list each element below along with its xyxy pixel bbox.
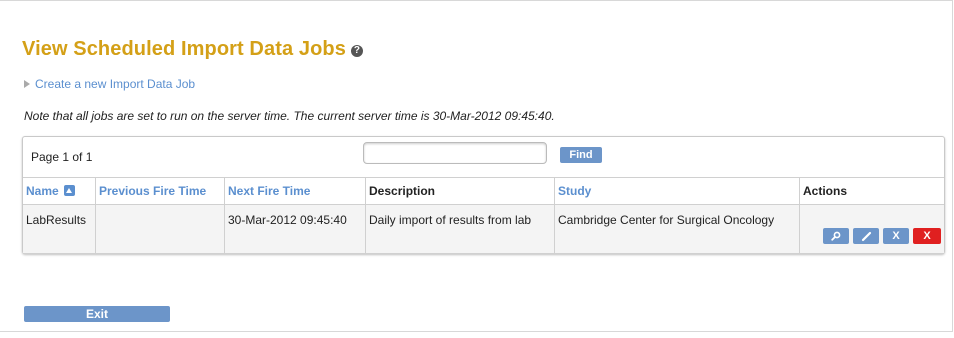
column-header-next-fire-time[interactable]: Next Fire Time xyxy=(224,177,366,205)
page-info: Page 1 of 1 xyxy=(31,150,93,164)
search-input[interactable] xyxy=(363,142,547,164)
remove-button[interactable]: X xyxy=(883,228,909,244)
cell-actions: X X xyxy=(799,204,944,254)
create-import-job-label: Create a new Import Data Job xyxy=(35,77,196,91)
create-import-job-link[interactable]: Create a new Import Data Job xyxy=(24,77,195,91)
help-icon[interactable]: ? xyxy=(350,44,363,57)
page-title: View Scheduled Import Data Jobs ? xyxy=(22,38,363,61)
exit-button[interactable]: Exit xyxy=(24,306,170,322)
server-time-note: Note that all jobs are set to run on the… xyxy=(24,109,555,123)
pencil-icon xyxy=(861,231,871,241)
cell-study: Cambridge Center for Surgical Oncology xyxy=(554,204,800,254)
delete-button[interactable]: X xyxy=(913,228,941,244)
column-header-previous-fire-time[interactable]: Previous Fire Time xyxy=(95,177,225,205)
row-actions: X X xyxy=(803,228,941,244)
column-header-name[interactable]: Name xyxy=(23,177,96,205)
column-header-description: Description xyxy=(365,177,555,205)
cell-previous-fire-time xyxy=(95,204,225,254)
cell-next-fire-time: 30-Mar-2012 09:45:40 xyxy=(224,204,366,254)
sort-ascending-icon[interactable] xyxy=(64,185,76,196)
column-header-study[interactable]: Study xyxy=(554,177,800,205)
jobs-table: Name Previous Fire Time Next Fire Time D… xyxy=(23,177,944,254)
cell-description: Daily import of results from lab xyxy=(365,204,555,254)
edit-button[interactable] xyxy=(853,228,879,244)
column-header-name-label: Name xyxy=(26,184,59,198)
column-header-actions: Actions xyxy=(799,177,944,205)
table-row: LabResults 30-Mar-2012 09:45:40 Daily im… xyxy=(23,204,944,254)
page-title-text: View Scheduled Import Data Jobs xyxy=(22,38,346,60)
jobs-table-panel: Page 1 of 1 Find Name Previous Fire Time… xyxy=(22,136,945,254)
cell-name: LabResults xyxy=(23,204,96,254)
view-button[interactable] xyxy=(823,228,849,244)
find-button[interactable]: Find xyxy=(560,147,602,163)
triangle-right-icon xyxy=(24,80,30,88)
magnifier-icon xyxy=(831,231,841,241)
table-header-row: Name Previous Fire Time Next Fire Time D… xyxy=(23,177,944,205)
